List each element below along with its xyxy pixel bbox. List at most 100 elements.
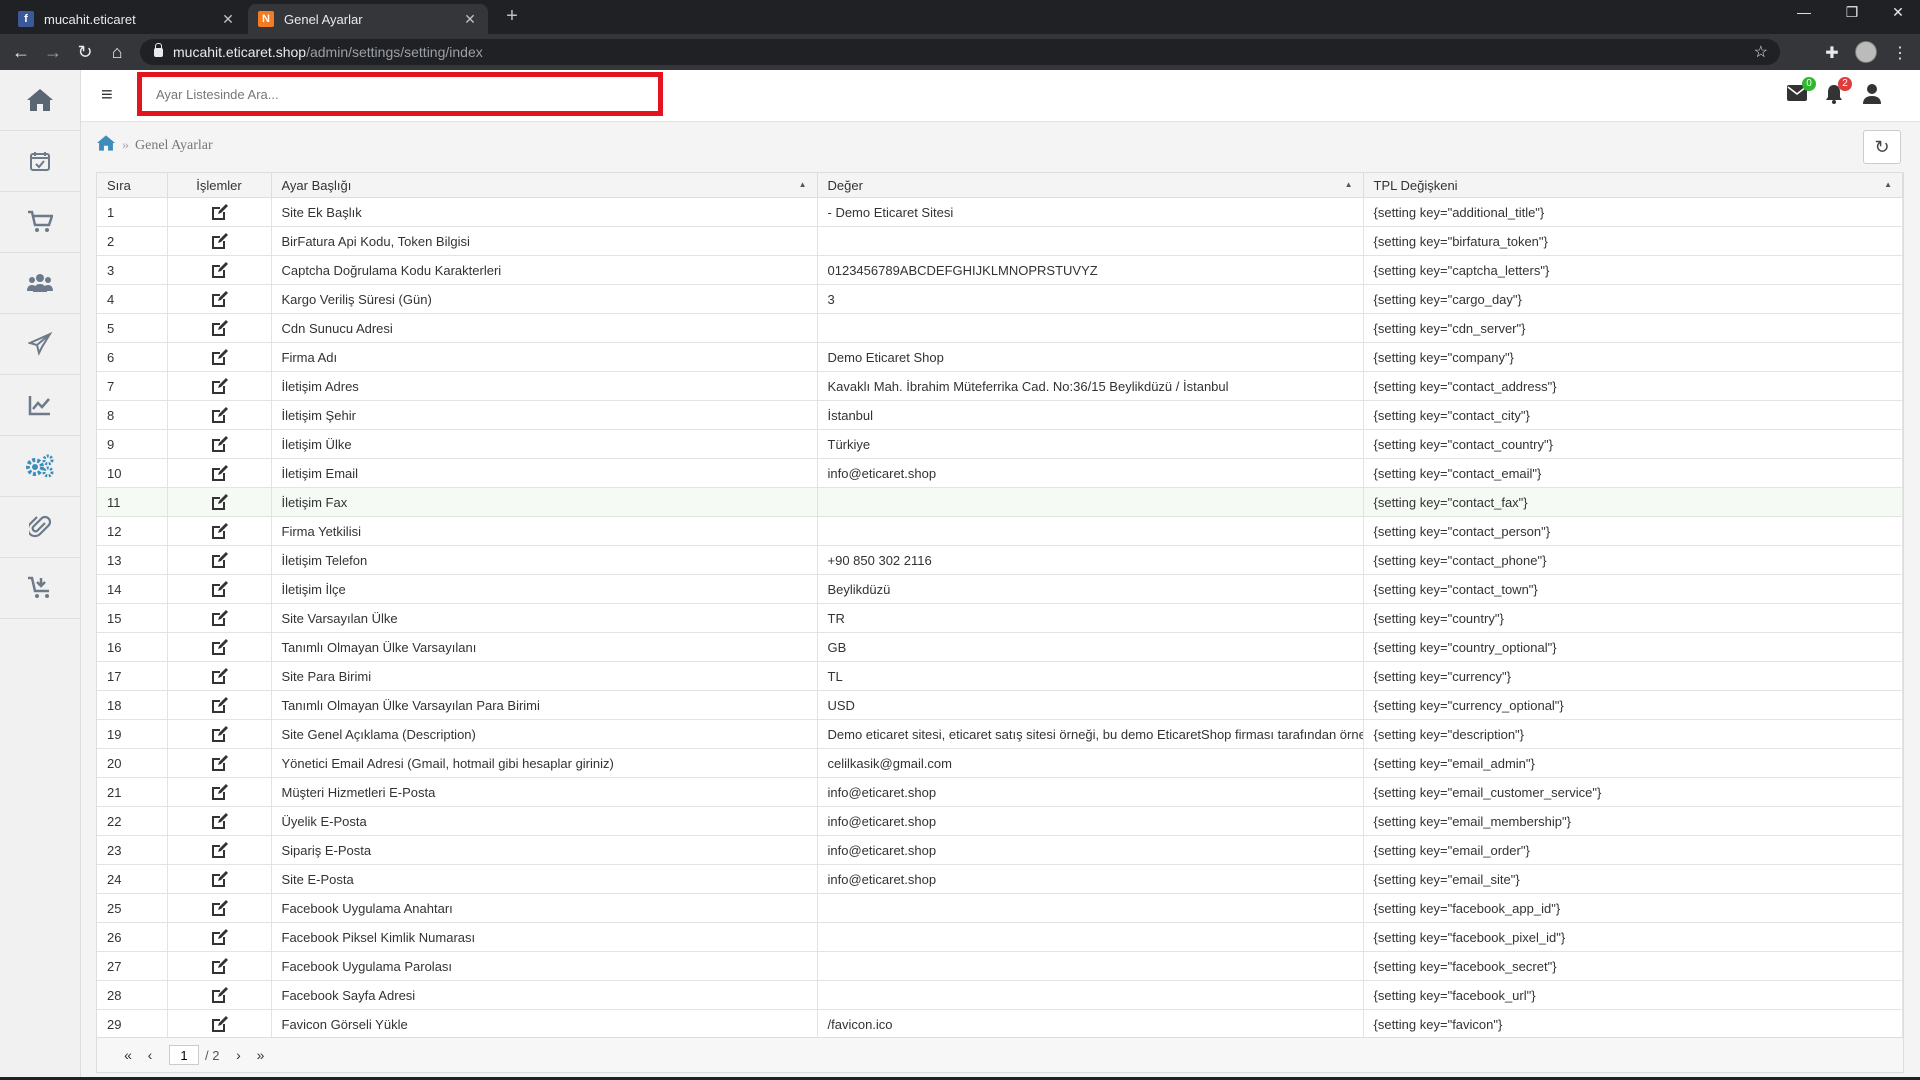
back-icon[interactable]: ← <box>10 41 32 63</box>
last-page-icon[interactable]: » <box>249 1047 271 1063</box>
settings-search-input[interactable] <box>142 85 658 103</box>
cell-title: Üyelik E-Posta <box>271 806 818 836</box>
edit-icon[interactable] <box>209 782 229 802</box>
edit-icon[interactable] <box>209 695 229 715</box>
cell-title: Site E-Posta <box>271 864 818 894</box>
user-menu-button[interactable] <box>1863 84 1881 110</box>
sidebar-item-reports[interactable] <box>0 375 80 436</box>
table-row: 27 Facebook Uygulama Parolası {setting key… <box>97 951 1903 981</box>
header-ayar-basligi[interactable]: Ayar Başlığı ▲ <box>271 173 818 198</box>
cell-value <box>817 893 1364 923</box>
browser-tab-facebook[interactable]: f mucahit.eticaret ✕ <box>8 4 246 34</box>
cell-tpl: {setting key="contact_country"} <box>1363 429 1903 459</box>
header-deger[interactable]: Değer ▲ <box>817 173 1364 198</box>
edit-icon[interactable] <box>209 637 229 657</box>
breadcrumb-separator-icon: » <box>122 137 129 153</box>
edit-icon[interactable] <box>209 260 229 280</box>
new-tab-icon[interactable]: + <box>500 5 524 28</box>
prev-page-icon[interactable]: ‹ <box>139 1047 161 1063</box>
table-row: 3 Captcha Doğrulama Kodu Karakterleri 0123… <box>97 255 1903 285</box>
edit-icon[interactable] <box>209 666 229 686</box>
hamburger-menu-icon[interactable]: ≡ <box>101 84 113 107</box>
sidebar-item-marketplace[interactable] <box>0 558 80 619</box>
header-sira[interactable]: Sıra <box>97 173 168 198</box>
sidebar-item-settings[interactable] <box>0 436 80 497</box>
edit-icon[interactable] <box>209 434 229 454</box>
edit-icon[interactable] <box>209 492 229 512</box>
breadcrumb-home-icon[interactable] <box>96 134 116 157</box>
close-tab-icon[interactable]: ✕ <box>220 11 236 28</box>
chrome-menu-icon[interactable]: ⋮ <box>1890 43 1910 63</box>
edit-icon[interactable] <box>209 898 229 918</box>
sort-asc-icon[interactable]: ▲ <box>799 180 807 189</box>
user-icon <box>1863 84 1881 104</box>
edit-icon[interactable] <box>209 869 229 889</box>
notifications-button[interactable]: 2 <box>1825 77 1852 110</box>
edit-icon[interactable] <box>209 347 229 367</box>
first-page-icon[interactable]: « <box>117 1047 139 1063</box>
minimize-icon[interactable]: — <box>1792 4 1816 20</box>
sidebar-item-users[interactable] <box>0 253 80 314</box>
sidebar-item-calendar[interactable] <box>0 131 80 192</box>
cell-title: Facebook Piksel Kimlik Numarası <box>271 922 818 952</box>
edit-icon[interactable] <box>209 927 229 947</box>
settings-search-box[interactable] <box>137 72 663 116</box>
edit-icon[interactable] <box>209 231 229 251</box>
home-page-icon[interactable]: ⌂ <box>106 41 128 63</box>
edit-icon[interactable] <box>209 376 229 396</box>
reload-icon[interactable]: ↻ <box>74 41 96 63</box>
edit-icon[interactable] <box>209 753 229 773</box>
table-row: 26 Facebook Piksel Kimlik Numarası {settin… <box>97 922 1903 952</box>
forward-icon[interactable]: → <box>42 41 64 63</box>
paper-plane-icon <box>28 332 52 356</box>
messages-button[interactable]: 0 <box>1787 77 1816 107</box>
edit-icon[interactable] <box>209 405 229 425</box>
close-tab-icon[interactable]: ✕ <box>462 11 478 28</box>
bookmark-star-icon[interactable]: ☆ <box>1754 42 1768 62</box>
page-number-input[interactable] <box>169 1045 199 1065</box>
table-row: 14 İletişim İlçe Beylikdüzü {setting key="c… <box>97 574 1903 604</box>
cell-sira: 18 <box>97 690 168 720</box>
header-tpl-degiskeni[interactable]: TPL Değişkeni ▲ <box>1363 173 1903 198</box>
edit-icon[interactable] <box>209 1014 229 1034</box>
edit-icon[interactable] <box>209 608 229 628</box>
cell-actions <box>167 806 272 836</box>
sort-asc-icon[interactable]: ▲ <box>1884 180 1892 189</box>
sort-asc-icon[interactable]: ▲ <box>1345 180 1353 189</box>
cell-sira: 7 <box>97 371 168 401</box>
cell-sira: 24 <box>97 864 168 894</box>
cell-tpl: {setting key="email_order"} <box>1363 835 1903 865</box>
sidebar-item-attachments[interactable] <box>0 497 80 558</box>
edit-icon[interactable] <box>209 521 229 541</box>
profile-avatar[interactable] <box>1855 41 1877 63</box>
edit-icon[interactable] <box>209 202 229 222</box>
edit-icon[interactable] <box>209 579 229 599</box>
cell-title: İletişim İlçe <box>271 574 818 604</box>
edit-icon[interactable] <box>209 550 229 570</box>
edit-icon[interactable] <box>209 289 229 309</box>
table-row: 13 İletişim Telefon +90 850 302 2116 {setti… <box>97 545 1903 575</box>
edit-icon[interactable] <box>209 463 229 483</box>
browser-tab-genel-ayarlar[interactable]: N Genel Ayarlar ✕ <box>248 4 488 34</box>
cell-actions <box>167 632 272 662</box>
omnibox[interactable]: mucahit.eticaret.shop/admin/settings/set… <box>140 39 1780 65</box>
edit-icon[interactable] <box>209 956 229 976</box>
cell-sira: 15 <box>97 603 168 633</box>
sidebar-item-home[interactable] <box>0 70 80 131</box>
cell-tpl: {setting key="contact_town"} <box>1363 574 1903 604</box>
restore-icon[interactable]: ❐ <box>1840 4 1864 21</box>
sidebar-item-campaigns[interactable] <box>0 314 80 375</box>
window-close-icon[interactable]: ✕ <box>1886 4 1910 21</box>
table-row: 1 Site Ek Başlık - Demo Eticaret Sitesi {se… <box>97 197 1903 227</box>
next-page-icon[interactable]: › <box>227 1047 249 1063</box>
edit-icon[interactable] <box>209 840 229 860</box>
edit-icon[interactable] <box>209 724 229 744</box>
cell-value: Demo Eticaret Shop <box>817 342 1364 372</box>
edit-icon[interactable] <box>209 318 229 338</box>
cell-actions <box>167 313 272 343</box>
edit-icon[interactable] <box>209 985 229 1005</box>
sidebar-item-orders[interactable] <box>0 192 80 253</box>
edit-icon[interactable] <box>209 811 229 831</box>
extensions-icon[interactable]: ✚ <box>1822 43 1842 63</box>
refresh-button[interactable]: ↻ <box>1863 130 1901 164</box>
